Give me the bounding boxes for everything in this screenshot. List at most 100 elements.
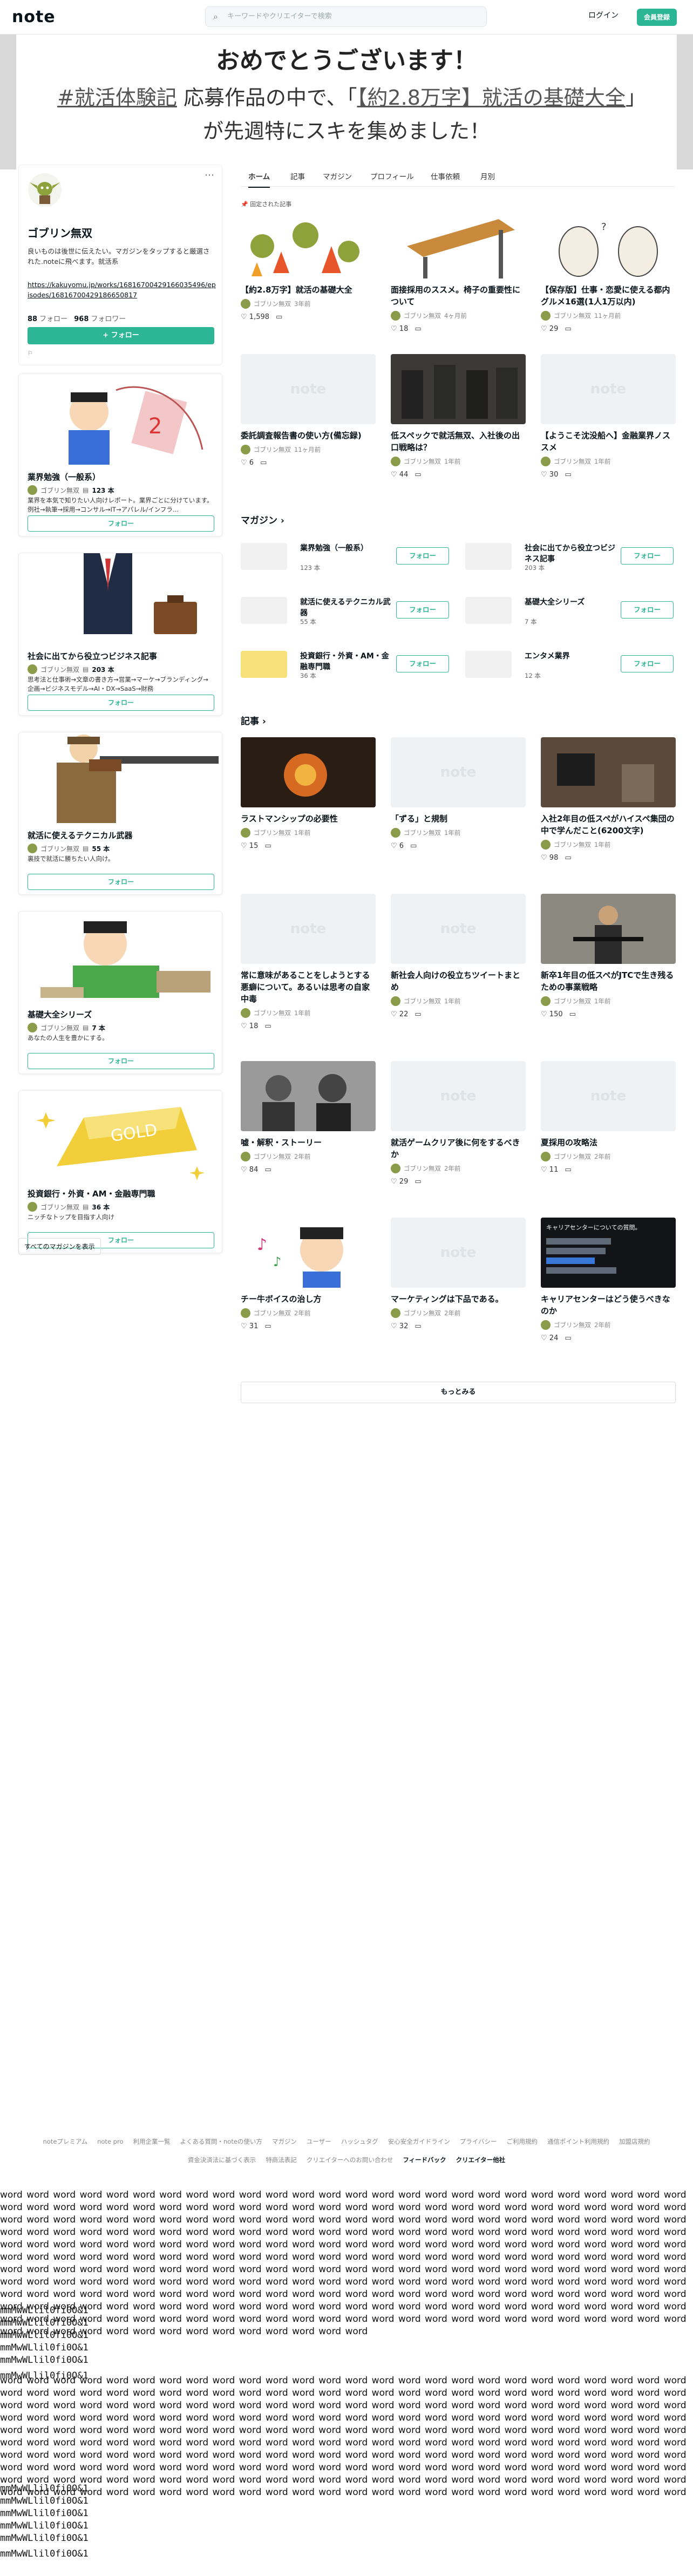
more-menu-icon[interactable]: ⋯ <box>205 169 214 181</box>
comment-icon[interactable]: ▭ <box>565 325 571 333</box>
article-card[interactable]: キャリアセンターについての質問。 キャリアセンターはどう使うべきなのか ゴブリン… <box>541 1218 676 1342</box>
side-magazine-card[interactable]: 社会に出てから役立つビジネス記事 ゴブリン無双 ▤ 203 本 思考法と仕事術→文章… <box>18 553 222 716</box>
side-magazine-card[interactable]: 2 業界勉強（一般系） ゴブリン無双 ▤ 123 本 業界を本気で知りたい人向けレポ… <box>18 373 222 536</box>
article-card[interactable]: 【約2.8万字】就活の基礎大全 ゴブリン無双 3年前 ♡ 1,598 ▭ <box>241 208 376 321</box>
heart-icon[interactable]: ♡ 29 <box>541 325 558 333</box>
login-link[interactable]: ログイン <box>588 10 619 21</box>
magazine-follow-button[interactable]: フォロー <box>396 655 449 672</box>
profile-external-link[interactable]: https://kakuyomu.jp/works/16816700429166… <box>28 280 216 300</box>
hashtag-link[interactable]: #就活体験記 <box>57 86 177 110</box>
side-magazine-card[interactable]: GOLD 投資銀行・外資・AM・金融専門職 ゴブリン無双 ▤ 36 本 ニッチなトッ… <box>18 1090 222 1253</box>
comment-icon[interactable]: ▭ <box>565 854 571 862</box>
following-label[interactable]: フォロー <box>39 315 67 323</box>
magazine-row[interactable]: 社会に出てから役立つビジネス記事 203 本 フォロー <box>465 543 676 573</box>
article-card[interactable]: ラストマンシップの必要性 ゴブリン無双 1年前 ♡ 15 ▭ <box>241 737 376 850</box>
magazine-follow-button[interactable]: フォロー <box>28 1053 214 1069</box>
footer-link[interactable]: 加盟店規約 <box>619 2138 650 2145</box>
comment-icon[interactable]: ▭ <box>415 1010 421 1018</box>
magazine-row[interactable]: 就活に使えるテクニカル武器 55 本 フォロー <box>241 597 451 627</box>
article-card[interactable]: ? 【保存版】仕事・恋愛に使える都内グルメ16選(1人1万以内) ゴブリン無双 1… <box>541 208 676 333</box>
article-card[interactable]: note 【ようこそ沈没船へ】金融業界ノススメ ゴブリン無双 1年前 ♡ 30 ▭ <box>541 354 676 479</box>
magazine-row[interactable]: 基礎大全シリーズ 7 本 フォロー <box>465 597 676 627</box>
heart-icon[interactable]: ♡ 6 <box>241 459 254 467</box>
tab-articles[interactable]: 記事 <box>290 171 305 181</box>
tab-magazines[interactable]: マガジン <box>323 171 352 181</box>
footer-link[interactable]: ご利用規約 <box>506 2138 538 2145</box>
magazine-follow-button[interactable]: フォロー <box>396 601 449 618</box>
profile-follow-button[interactable]: + フォロー <box>28 327 214 344</box>
footer-link[interactable]: note pro <box>97 2138 123 2145</box>
comment-icon[interactable]: ▭ <box>565 471 571 479</box>
article-card[interactable]: 新卒1年目の低スペがJTCで生き残るための事業戦略 ゴブリン無双 1年前 ♡ 15… <box>541 894 676 1018</box>
heart-icon[interactable]: ♡ 30 <box>541 471 558 479</box>
article-card[interactable]: note 常に意味があることをしようとする悪癖について。あるいは思考の自家中毒 … <box>241 894 376 1030</box>
comment-icon[interactable]: ▭ <box>410 842 417 850</box>
heart-icon[interactable]: ♡ 6 <box>391 842 404 850</box>
magazine-follow-button[interactable]: フォロー <box>28 874 214 890</box>
footer-link[interactable]: 通信ポイント利用規約 <box>547 2138 609 2145</box>
article-card[interactable]: 入社2年目の低スペがハイスペ集団の中で学んだこと(6200文字) ゴブリン無双 1… <box>541 737 676 862</box>
heart-icon[interactable]: ♡ 98 <box>541 854 558 862</box>
article-card[interactable]: note 委託調査報告書の使い方(備忘録) ゴブリン無双 11ヶ月前 ♡ 6 ▭ <box>241 354 376 467</box>
comment-icon[interactable]: ▭ <box>415 1178 421 1186</box>
report-flag-icon[interactable]: ⚐ <box>28 350 33 357</box>
comment-icon[interactable]: ▭ <box>415 1322 421 1330</box>
comment-icon[interactable]: ▭ <box>565 1166 571 1174</box>
following-count[interactable]: 88 <box>28 315 37 323</box>
magazine-follow-button[interactable]: フォロー <box>621 655 674 672</box>
followers-count[interactable]: 968 <box>74 315 89 323</box>
tab-profile[interactable]: プロフィール <box>370 171 414 181</box>
heart-icon[interactable]: ♡ 18 <box>391 325 408 333</box>
comment-icon[interactable]: ▭ <box>264 1166 271 1174</box>
footer-link[interactable]: 特商法表記 <box>266 2156 297 2164</box>
heart-icon[interactable]: ♡ 1,598 <box>241 313 269 321</box>
goblin-avatar[interactable] <box>28 173 62 207</box>
tab-home[interactable]: ホーム <box>248 171 270 188</box>
article-card[interactable]: note マーケティングは下品である。 ゴブリン無双 2年前 ♡ 32 ▭ <box>391 1218 526 1330</box>
side-magazine-card[interactable]: 基礎大全シリーズ ゴブリン無双 ▤ 7 本 あなたの人生を豊かにする。 フォロー <box>18 911 222 1074</box>
heart-icon[interactable]: ♡ 24 <box>541 1334 558 1342</box>
all-magazines-link[interactable]: すべてのマガジンを表示 <box>18 1238 101 1255</box>
heart-icon[interactable]: ♡ 22 <box>391 1010 408 1018</box>
footer-link[interactable]: 利用企業一覧 <box>133 2138 171 2145</box>
followers-label[interactable]: フォロワー <box>91 315 126 323</box>
article-card[interactable]: ♪ ♪ チー牛ボイスの治し方 ゴブリン無双 2年前 ♡ 31 ▭ <box>241 1218 376 1330</box>
heart-icon[interactable]: ♡ 32 <box>391 1322 408 1330</box>
load-more-button[interactable]: もっとみる <box>241 1382 676 1403</box>
footer-link[interactable]: フィードバック <box>403 2156 446 2164</box>
magazine-follow-button[interactable]: フォロー <box>621 601 674 618</box>
heart-icon[interactable]: ♡ 15 <box>241 842 258 850</box>
footer-link[interactable]: ハッシュタグ <box>341 2138 378 2145</box>
heart-icon[interactable]: ♡ 84 <box>241 1166 258 1174</box>
heart-icon[interactable]: ♡ 44 <box>391 471 408 479</box>
comment-icon[interactable]: ▭ <box>264 1022 271 1030</box>
magazine-row[interactable]: 投資銀行・外資・AM・金融専門職 36 本 フォロー <box>241 651 451 681</box>
footer-link[interactable]: よくある質問・noteの使い方 <box>180 2138 262 2145</box>
tab-work-request[interactable]: 仕事依頼 <box>431 171 460 181</box>
articles-section-title[interactable]: 記事 › <box>241 713 266 727</box>
comment-icon[interactable]: ▭ <box>565 1334 571 1342</box>
magazine-follow-button[interactable]: フォロー <box>396 547 449 565</box>
heart-icon[interactable]: ♡ 31 <box>241 1322 258 1330</box>
comment-icon[interactable]: ▭ <box>276 313 282 321</box>
magazine-follow-button[interactable]: フォロー <box>621 547 674 565</box>
footer-link[interactable]: 安心安全ガイドライン <box>388 2138 450 2145</box>
comment-icon[interactable]: ▭ <box>415 325 421 333</box>
magazine-row[interactable]: 業界勉強（一般系） 123 本 フォロー <box>241 543 451 573</box>
footer-link[interactable]: マガジン <box>272 2138 297 2145</box>
comment-icon[interactable]: ▭ <box>260 459 267 467</box>
footer-link[interactable]: クリエイターへのお問い合わせ <box>307 2156 393 2164</box>
magazine-follow-button[interactable]: フォロー <box>28 695 214 711</box>
heart-icon[interactable]: ♡ 150 <box>541 1010 563 1018</box>
magazine-row[interactable]: エンタメ業界 12 本 フォロー <box>465 651 676 681</box>
article-card[interactable]: 嘘・解釈・ストーリー ゴブリン無双 2年前 ♡ 84 ▭ <box>241 1061 376 1174</box>
footer-link[interactable]: プライバシー <box>460 2138 497 2145</box>
comment-icon[interactable]: ▭ <box>569 1010 576 1018</box>
footer-link[interactable]: クリエイター他社 <box>456 2156 506 2164</box>
comment-icon[interactable]: ▭ <box>264 1322 271 1330</box>
article-card[interactable]: note 「ずる」と規制 ゴブリン無双 1年前 ♡ 6 ▭ <box>391 737 526 850</box>
heart-icon[interactable]: ♡ 29 <box>391 1178 408 1186</box>
article-card[interactable]: note 新社会人向けの役立ちツイートまとめ ゴブリン無双 1年前 ♡ 22 ▭ <box>391 894 526 1018</box>
article-card[interactable]: 面接採用のススメ。椅子の重要性について ゴブリン無双 4ヶ月前 ♡ 18 ▭ <box>391 208 526 333</box>
article-card[interactable]: note 就活ゲームクリア後に何をするべきか ゴブリン無双 2年前 ♡ 29 ▭ <box>391 1061 526 1186</box>
